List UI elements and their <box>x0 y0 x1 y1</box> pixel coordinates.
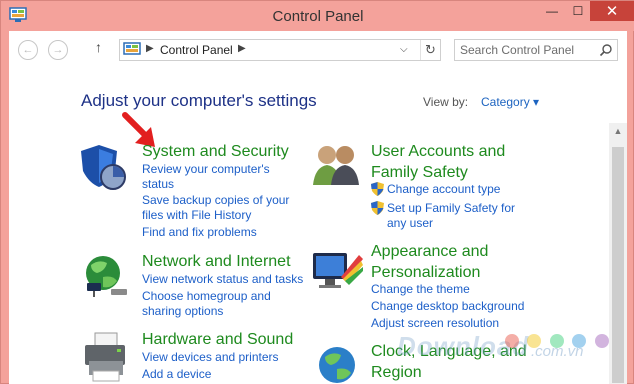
category-title-appearance[interactable]: Personalization <box>371 262 480 283</box>
maximize-button[interactable]: ☐ <box>564 1 592 21</box>
clock-globe-icon[interactable] <box>315 341 363 384</box>
link-change-theme[interactable]: Change the theme <box>371 282 470 297</box>
link-change-desktop-background[interactable]: Change desktop background <box>371 299 524 314</box>
search-input[interactable] <box>460 42 590 58</box>
watermark-dot <box>505 334 519 348</box>
link-adjust-screen-resolution[interactable]: Adjust screen resolution <box>371 316 499 331</box>
forward-button[interactable]: → <box>48 40 68 60</box>
printer-icon[interactable] <box>81 331 133 384</box>
refresh-button[interactable]: ↻ <box>420 40 440 60</box>
view-by-dropdown[interactable]: Category ▾ <box>481 95 539 109</box>
vertical-scrollbar[interactable]: ▲ <box>609 123 627 384</box>
control-panel-window: Control Panel — ☐ ✕ ← → ↑ ▶ Control Pane… <box>0 0 634 384</box>
search-icon[interactable] <box>599 43 613 57</box>
link-setup-family-safety[interactable]: any user <box>387 216 433 231</box>
link-review-status[interactable]: Review your computer's <box>142 162 270 177</box>
link-review-status[interactable]: status <box>142 177 174 192</box>
watermark-dot <box>594 334 609 348</box>
close-button[interactable]: ✕ <box>590 1 634 21</box>
title-bar[interactable]: Control Panel — ☐ ✕ <box>1 1 634 31</box>
watermark-dot <box>527 334 542 348</box>
watermark-dot <box>572 334 587 348</box>
scroll-up-arrow-icon[interactable]: ▲ <box>609 123 627 139</box>
breadcrumb-chevron-icon[interactable]: ▶ <box>146 43 154 54</box>
search-box[interactable] <box>454 39 618 61</box>
breadcrumb-chevron-icon[interactable]: ▶ <box>238 43 246 54</box>
users-icon[interactable] <box>311 141 363 187</box>
link-save-backup[interactable]: files with File History <box>142 208 251 223</box>
link-change-account-type[interactable]: Change account type <box>387 182 500 197</box>
category-title-system-security[interactable]: System and Security <box>142 141 289 162</box>
link-setup-family-safety[interactable]: Set up Family Safety for <box>387 201 515 216</box>
uac-shield-icon <box>371 201 384 215</box>
scroll-thumb[interactable] <box>612 147 624 383</box>
category-title-user-accounts[interactable]: Family Safety <box>371 162 468 183</box>
link-find-fix-problems[interactable]: Find and fix problems <box>142 225 257 240</box>
monitor-palette-icon[interactable] <box>311 249 365 293</box>
watermark-dots <box>505 334 613 353</box>
category-title-appearance[interactable]: Appearance and <box>371 241 488 262</box>
link-add-device[interactable]: Add a device <box>142 367 211 382</box>
navigation-bar: ← → ↑ ▶ Control Panel ▶ ⌵ ↻ <box>9 31 627 69</box>
view-by-label: View by: <box>423 95 469 109</box>
breadcrumb-control-panel[interactable]: Control Panel <box>160 43 233 57</box>
minimize-button[interactable]: — <box>538 1 566 21</box>
link-choose-homegroup[interactable]: Choose homegroup and <box>142 289 271 304</box>
link-view-devices-printers[interactable]: View devices and printers <box>142 350 279 365</box>
link-save-backup[interactable]: Save backup copies of your <box>142 193 289 208</box>
system-security-icon[interactable] <box>79 141 131 191</box>
up-button[interactable]: ↑ <box>95 39 102 55</box>
address-bar[interactable]: ▶ Control Panel ▶ ⌵ ↻ <box>119 39 441 61</box>
uac-shield-icon <box>371 182 384 196</box>
link-choose-homegroup[interactable]: sharing options <box>142 304 223 319</box>
content-area: Adjust your computer's settings View by:… <box>9 69 627 384</box>
control-panel-icon <box>123 42 141 55</box>
watermark-dot <box>549 334 564 348</box>
address-dropdown-icon[interactable]: ⌵ <box>400 44 408 55</box>
page-title: Adjust your computer's settings <box>81 91 317 110</box>
back-button[interactable]: ← <box>18 40 38 60</box>
category-title-hardware-sound[interactable]: Hardware and Sound <box>142 329 293 350</box>
link-view-network-status[interactable]: View network status and tasks <box>142 272 303 287</box>
network-globe-icon[interactable] <box>81 253 133 299</box>
category-title-network-internet[interactable]: Network and Internet <box>142 251 291 272</box>
category-title-user-accounts[interactable]: User Accounts and <box>371 141 505 162</box>
category-title-clock-language[interactable]: Region <box>371 362 422 383</box>
